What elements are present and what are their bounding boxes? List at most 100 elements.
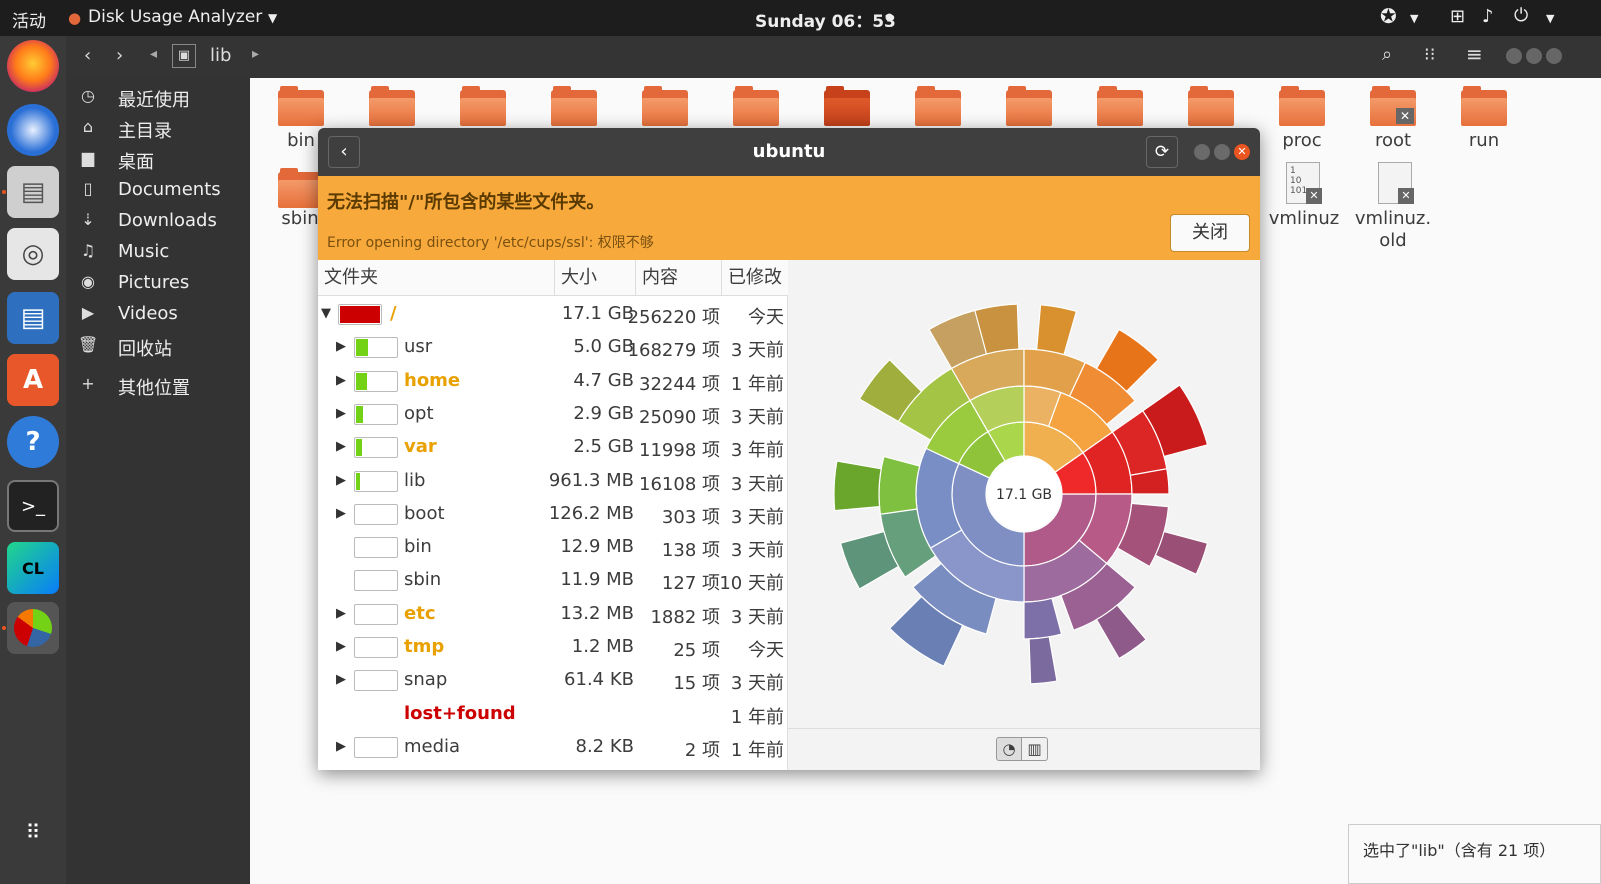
minimize-icon[interactable] — [1194, 144, 1210, 160]
close-icon[interactable] — [1546, 48, 1562, 64]
folder-root-icon[interactable]: ✕ — [1370, 86, 1416, 126]
folder-size: 4.7 GB — [573, 369, 634, 391]
maximize-icon[interactable] — [1214, 144, 1230, 160]
app-menu[interactable]: Disk Usage Analyzer — [88, 7, 262, 27]
expander-icon[interactable]: ▶ — [336, 639, 346, 654]
ring-segment[interactable] — [1154, 530, 1209, 576]
power-icon[interactable]: ⏻ — [1514, 5, 1528, 26]
back-icon[interactable]: ‹ — [84, 45, 91, 66]
sidebar-item[interactable]: ⇣ Downloads — [66, 208, 250, 238]
refresh-button[interactable]: ⟳ — [1146, 136, 1178, 168]
table-row[interactable]: ▶ lib 961.3 MB 16108 项 3 天前 — [318, 465, 788, 498]
folder-icon[interactable] — [278, 86, 324, 126]
rhythmbox-icon[interactable]: ◎ — [7, 228, 59, 280]
close-icon[interactable]: ✕ — [1234, 144, 1250, 160]
table-row[interactable]: ▶ snap 61.4 KB 15 项 3 天前 — [318, 664, 788, 697]
table-row[interactable]: ▶ etc 13.2 MB 1882 项 3 天前 — [318, 598, 788, 631]
expander-icon[interactable]: ▶ — [336, 373, 346, 388]
sidebar-item[interactable]: ▯ Documents — [66, 177, 250, 207]
close-infobar-button[interactable]: 关闭 — [1170, 214, 1250, 252]
expander-icon[interactable]: ▼ — [321, 306, 331, 321]
folder-proc-icon[interactable] — [1279, 86, 1325, 126]
files-icon[interactable]: ▤ — [7, 166, 59, 218]
folder-icon[interactable] — [733, 86, 779, 126]
sidebar-item[interactable]: ◷ 最近使用 — [66, 84, 250, 114]
minimize-icon[interactable] — [1506, 48, 1522, 64]
drive-icon[interactable]: ▣ — [172, 44, 196, 68]
folder-icon[interactable] — [460, 86, 506, 126]
volume-icon[interactable]: ♪ — [1482, 6, 1494, 27]
column-folder[interactable]: 文件夹 — [318, 260, 555, 296]
table-row[interactable]: ▶ opt 2.9 GB 25090 项 3 天前 — [318, 398, 788, 431]
ring-segment[interactable] — [1028, 636, 1058, 685]
view-toggle-icon[interactable]: ⁝⁝ — [1424, 44, 1435, 65]
folder-icon[interactable] — [1097, 86, 1143, 126]
software-center-icon[interactable]: A — [7, 354, 59, 406]
table-row[interactable]: ▶ usr 5.0 GB 168279 项 3 天前 — [318, 331, 788, 364]
search-icon[interactable]: ⌕ — [1382, 44, 1392, 65]
show-applications-icon[interactable]: ⠿ — [7, 806, 59, 858]
table-row[interactable]: ▼ / 17.1 GB 256220 项 今天 — [318, 298, 788, 331]
folder-icon[interactable] — [642, 86, 688, 126]
sidebar-item[interactable]: ⌂ 主目录 — [66, 115, 250, 145]
expander-icon[interactable]: ▶ — [336, 672, 346, 687]
column-modified[interactable]: 已修改 — [722, 260, 788, 296]
path-right-icon[interactable]: ▸ — [252, 46, 259, 62]
thunderbird-icon[interactable] — [7, 104, 59, 156]
table-row[interactable]: ▶ media 8.2 KB 2 项 1 年前 — [318, 731, 788, 764]
sidebar-item[interactable]: ♫ Music — [66, 239, 250, 269]
ring-chart-view-button[interactable]: ◔ — [996, 737, 1022, 761]
folder-icon[interactable] — [915, 86, 961, 126]
firefox-icon[interactable] — [7, 40, 59, 92]
ring-segment[interactable] — [833, 460, 882, 512]
expander-icon[interactable]: ▶ — [336, 506, 346, 521]
help-icon[interactable]: ? — [7, 416, 59, 468]
maximize-icon[interactable] — [1526, 48, 1542, 64]
table-row[interactable]: sbin 11.9 MB 127 项 10 天前 — [318, 564, 788, 597]
sidebar-item[interactable]: ▶ Videos — [66, 301, 250, 331]
forward-icon[interactable]: › — [116, 45, 123, 66]
accessibility-icon[interactable]: ✪ — [1380, 4, 1397, 28]
table-row[interactable]: lost+found 1 年前 — [318, 698, 788, 731]
writer-icon[interactable]: ▤ — [7, 292, 59, 344]
column-contents[interactable]: 内容 — [636, 260, 722, 296]
folder-run-icon[interactable] — [1461, 86, 1507, 126]
table-row[interactable]: ▶ boot 126.2 MB 303 项 3 天前 — [318, 498, 788, 531]
menu-icon[interactable]: ≡ — [1466, 42, 1483, 66]
expander-icon[interactable]: ▶ — [336, 406, 346, 421]
treemap-view-button[interactable]: ▥ — [1022, 737, 1048, 761]
disk-usage-analyzer-icon[interactable] — [7, 602, 59, 654]
sidebar-item[interactable]: + 其他位置 — [66, 372, 250, 402]
ring-chart[interactable]: 17.1 GB — [788, 260, 1260, 730]
expander-icon[interactable]: ▶ — [336, 473, 346, 488]
folder-icon[interactable] — [1006, 86, 1052, 126]
network-icon[interactable]: ⊞ — [1450, 6, 1465, 27]
sidebar-item[interactable]: 🗑 回收站 — [66, 333, 250, 363]
ring-chart-svg[interactable]: 17.1 GB — [788, 260, 1260, 730]
activities-button[interactable]: 活动 — [12, 7, 46, 32]
sidebar-item[interactable]: ▆ 桌面 — [66, 146, 250, 176]
clion-icon[interactable]: CL — [7, 542, 59, 594]
folder-icon[interactable] — [551, 86, 597, 126]
sidebar-item[interactable]: ◉ Pictures — [66, 270, 250, 300]
table-row[interactable]: ▶ var 2.5 GB 11998 项 3 年前 — [318, 431, 788, 464]
path-segment[interactable]: lib — [210, 45, 231, 66]
ring-segment[interactable] — [1023, 597, 1063, 640]
terminal-icon[interactable]: >_ — [7, 480, 59, 532]
expander-icon[interactable]: ▶ — [336, 339, 346, 354]
expander-icon[interactable]: ▶ — [336, 606, 346, 621]
ring-segment[interactable] — [878, 455, 921, 515]
folder-lib-selected-icon[interactable] — [824, 86, 870, 126]
table-row[interactable]: bin 12.9 MB 138 项 3 天前 — [318, 531, 788, 564]
folder-icon[interactable] — [369, 86, 415, 126]
expander-icon[interactable]: ▶ — [336, 439, 346, 454]
expander-icon[interactable]: ▶ — [336, 739, 346, 754]
ring-segment[interactable] — [1035, 304, 1078, 356]
path-left-icon[interactable]: ◂ — [150, 46, 157, 62]
dialog-title: ubuntu — [752, 141, 826, 162]
clock[interactable]: Sunday 06：53 — [755, 7, 896, 32]
column-size[interactable]: 大小 — [555, 260, 636, 296]
folder-icon[interactable] — [1188, 86, 1234, 126]
table-row[interactable]: ▶ tmp 1.2 MB 25 项 今天 — [318, 631, 788, 664]
table-row[interactable]: ▶ home 4.7 GB 32244 项 1 年前 — [318, 365, 788, 398]
